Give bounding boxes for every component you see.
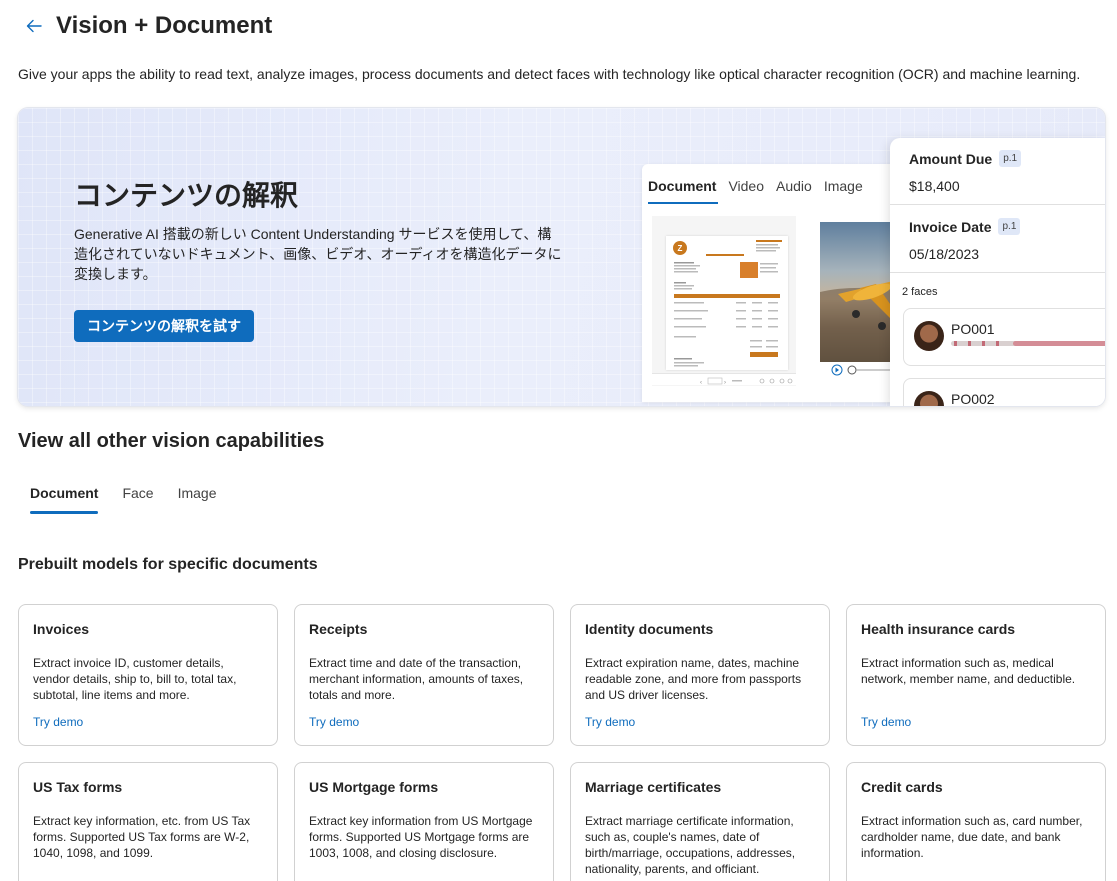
svg-text:‹: ‹: [700, 380, 702, 386]
field-invoice-date: Invoice Date p.1 05/18/2023: [909, 218, 1021, 262]
field-label: Amount Due: [909, 150, 993, 167]
card-title: Health insurance cards: [861, 621, 1016, 637]
try-demo-link[interactable]: Try demo: [309, 715, 359, 729]
face-timeline-ticks: [954, 341, 1009, 346]
content-understanding-banner: コンテンツの解釈 Generative AI 搭載の新しい Content Un…: [18, 108, 1105, 406]
page-header: Vision + Document: [18, 10, 272, 42]
tab-document[interactable]: Document: [18, 476, 110, 514]
card-title: Credit cards: [861, 779, 943, 795]
invoice-thumbnail: Z: [666, 236, 788, 370]
preview-tab-audio: Audio: [776, 178, 812, 194]
card-receipts[interactable]: Receipts Extract time and date of the tr…: [294, 604, 554, 746]
page-badge: p.1: [999, 150, 1022, 167]
card-health-insurance-cards[interactable]: Health insurance cards Extract informati…: [846, 604, 1106, 746]
card-title: Receipts: [309, 621, 368, 637]
subsection-title: Prebuilt models for specific documents: [18, 556, 318, 573]
card-description: Extract key information, etc. from US Ta…: [33, 814, 251, 860]
face-id: PO001: [951, 321, 995, 337]
card-invoices[interactable]: Invoices Extract invoice ID, customer de…: [18, 604, 278, 746]
banner-title: コンテンツの解釈: [74, 180, 299, 211]
try-demo-link[interactable]: Try demo: [585, 715, 635, 729]
divider: [890, 272, 1105, 273]
preview-tabs: Document Video Audio Image: [642, 164, 869, 204]
card-credit-cards[interactable]: Credit cards Extract information such as…: [846, 762, 1106, 881]
card-title: US Tax forms: [33, 779, 123, 795]
field-amount-due: Amount Due p.1 $18,400: [909, 150, 1022, 194]
page-navigation-icon: ‹ ›: [700, 377, 793, 386]
try-content-understanding-button[interactable]: コンテンツの解釈を試す: [74, 310, 254, 342]
face-card: PO002: [903, 378, 1105, 406]
card-description: Extract time and date of the transaction…: [309, 656, 524, 702]
field-label: Invoice Date: [909, 218, 992, 235]
card-us-tax-forms[interactable]: US Tax forms Extract key information, et…: [18, 762, 278, 881]
preview-tab-document: Document: [642, 164, 722, 204]
page-badge: p.1: [998, 218, 1021, 235]
card-us-mortgage-forms[interactable]: US Mortgage forms Extract key informatio…: [294, 762, 554, 881]
invoice-illustration: Z: [673, 240, 782, 367]
capability-tabs: Document Face Image: [18, 476, 229, 516]
svg-text:›: ›: [724, 380, 726, 386]
field-value: $18,400: [909, 178, 960, 194]
card-title: Invoices: [33, 621, 90, 637]
svg-text:Z: Z: [678, 244, 683, 253]
face-card: PO001: [903, 308, 1105, 366]
card-identity-documents[interactable]: Identity documents Extract expiration na…: [570, 604, 830, 746]
arrow-left-icon: [26, 19, 42, 33]
card-description: Extract invoice ID, customer details, ve…: [33, 656, 237, 702]
document-toolbar: ‹ ›: [652, 373, 796, 386]
preview-tab-video: Video: [728, 178, 765, 194]
tab-face[interactable]: Face: [110, 476, 165, 514]
try-demo-link[interactable]: Try demo: [33, 715, 83, 729]
card-description: Extract marriage certificate information…: [585, 814, 796, 876]
faces-count: 2 faces: [902, 286, 938, 298]
try-demo-link[interactable]: Try demo: [861, 715, 911, 729]
extraction-results-panel: Amount Due p.1 $18,400 Invoice Date p.1 …: [890, 138, 1105, 406]
card-description: Extract key information from US Mortgage…: [309, 814, 533, 860]
banner-description: Generative AI 搭載の新しい Content Understandi…: [74, 226, 562, 282]
card-title: Identity documents: [585, 621, 714, 637]
page-title: Vision + Document: [56, 12, 273, 39]
preview-tab-image: Image: [823, 178, 863, 194]
field-value: 05/18/2023: [909, 246, 980, 262]
card-title: Marriage certificates: [585, 779, 722, 795]
avatar: [914, 321, 944, 351]
face-id: PO002: [951, 391, 995, 406]
avatar: [914, 391, 944, 406]
card-description: Extract expiration name, dates, machine …: [585, 656, 802, 702]
card-description: Extract information such as, card number…: [861, 814, 1083, 860]
card-marriage-certificates[interactable]: Marriage certificates Extract marriage c…: [570, 762, 830, 881]
back-button[interactable]: [18, 10, 50, 42]
card-title: US Mortgage forms: [309, 779, 439, 795]
tab-image[interactable]: Image: [166, 476, 229, 514]
section-title: View all other vision capabilities: [18, 430, 325, 452]
divider: [890, 204, 1105, 205]
card-description: Extract information such as, medical net…: [861, 656, 1076, 686]
page-description: Give your apps the ability to read text,…: [18, 66, 1081, 82]
